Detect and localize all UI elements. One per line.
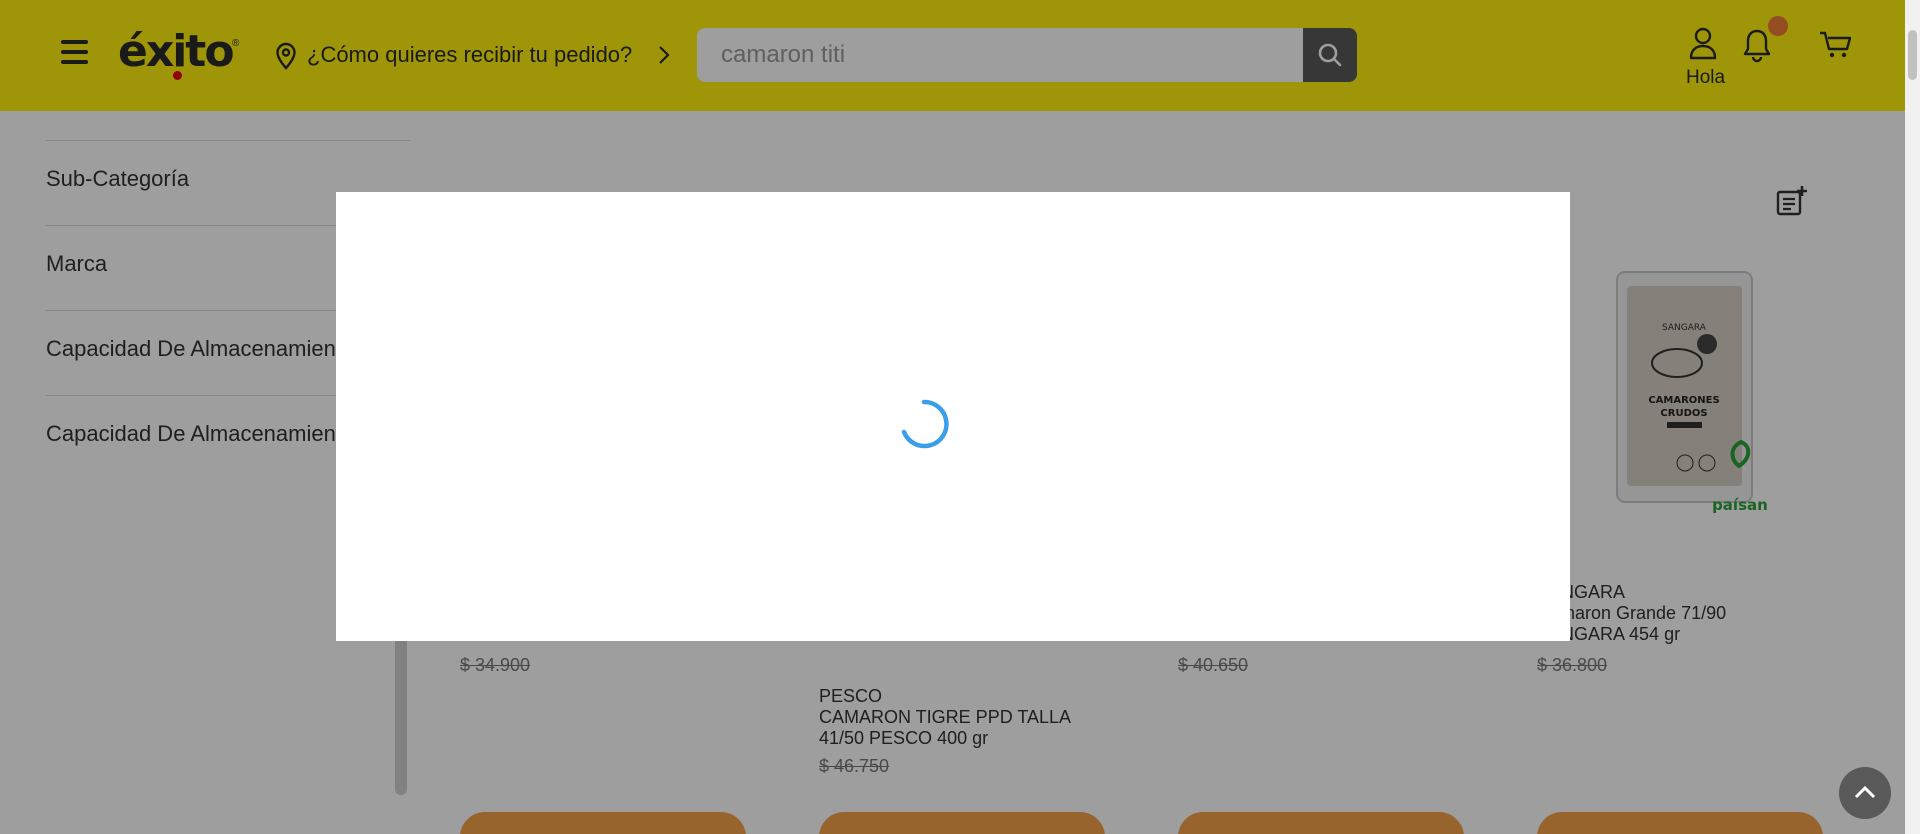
scroll-to-top-button[interactable] [1839,767,1891,819]
page-scrollbar-thumb[interactable] [1908,30,1917,80]
page-scrollbar[interactable] [1905,0,1920,834]
loading-modal [336,192,1570,641]
chevron-up-icon [1854,785,1876,799]
loading-spinner-icon [901,399,949,449]
